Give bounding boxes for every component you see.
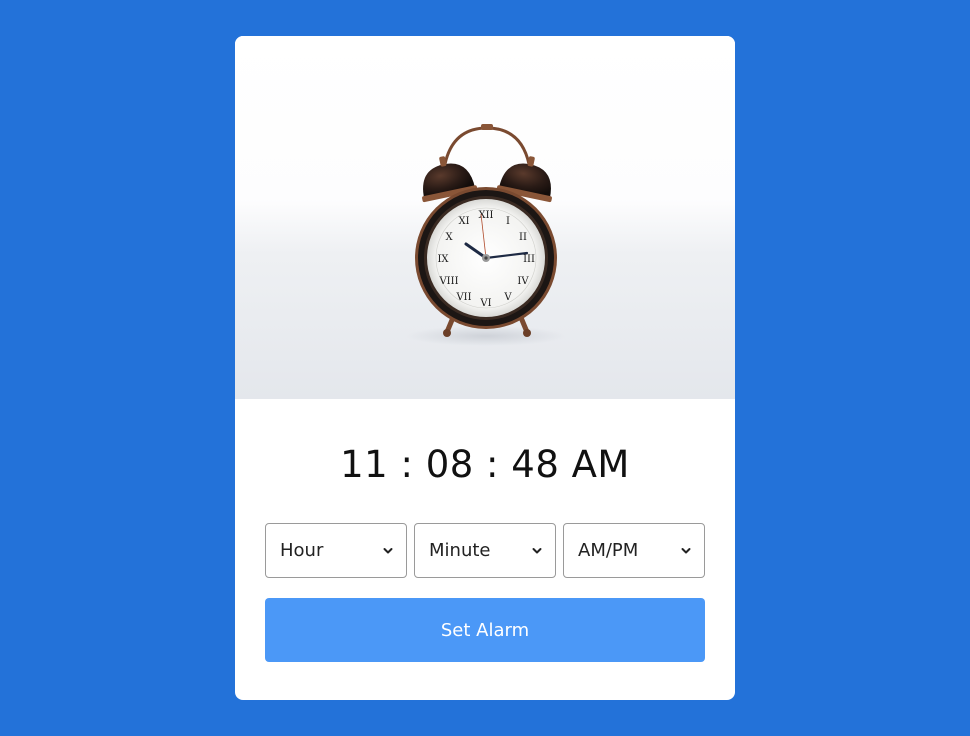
chevron-down-icon — [383, 548, 393, 554]
svg-text:III: III — [523, 254, 535, 265]
svg-text:IX: IX — [437, 254, 449, 265]
hour-select[interactable]: Hour — [265, 523, 407, 578]
minute-select[interactable]: Minute — [414, 523, 556, 578]
minute-select-value: Minute — [429, 540, 491, 561]
svg-text:VII: VII — [455, 292, 471, 303]
set-alarm-button[interactable]: Set Alarm — [265, 598, 705, 662]
hour-select-value: Hour — [280, 540, 324, 561]
svg-text:XI: XI — [458, 216, 469, 227]
alarm-clock-image: XII I II III IV V VI VII VIII IX X XI — [235, 36, 735, 399]
svg-text:XII: XII — [478, 210, 493, 221]
svg-text:VIII: VIII — [438, 276, 458, 287]
chevron-down-icon — [681, 548, 691, 554]
current-time-display: 11 : 08 : 48 AM — [340, 443, 630, 486]
svg-text:V: V — [503, 292, 512, 303]
svg-text:I: I — [506, 216, 510, 227]
alarm-card: XII I II III IV V VI VII VIII IX X XI 11… — [235, 36, 735, 700]
svg-text:VI: VI — [479, 298, 491, 309]
svg-text:X: X — [445, 232, 453, 243]
svg-text:IV: IV — [517, 276, 529, 287]
ampm-select[interactable]: AM/PM — [563, 523, 705, 578]
alarm-time-selects: Hour Minute AM/PM — [265, 523, 705, 578]
ampm-select-value: AM/PM — [578, 540, 639, 561]
chevron-down-icon — [532, 548, 542, 554]
svg-text:II: II — [519, 232, 527, 243]
